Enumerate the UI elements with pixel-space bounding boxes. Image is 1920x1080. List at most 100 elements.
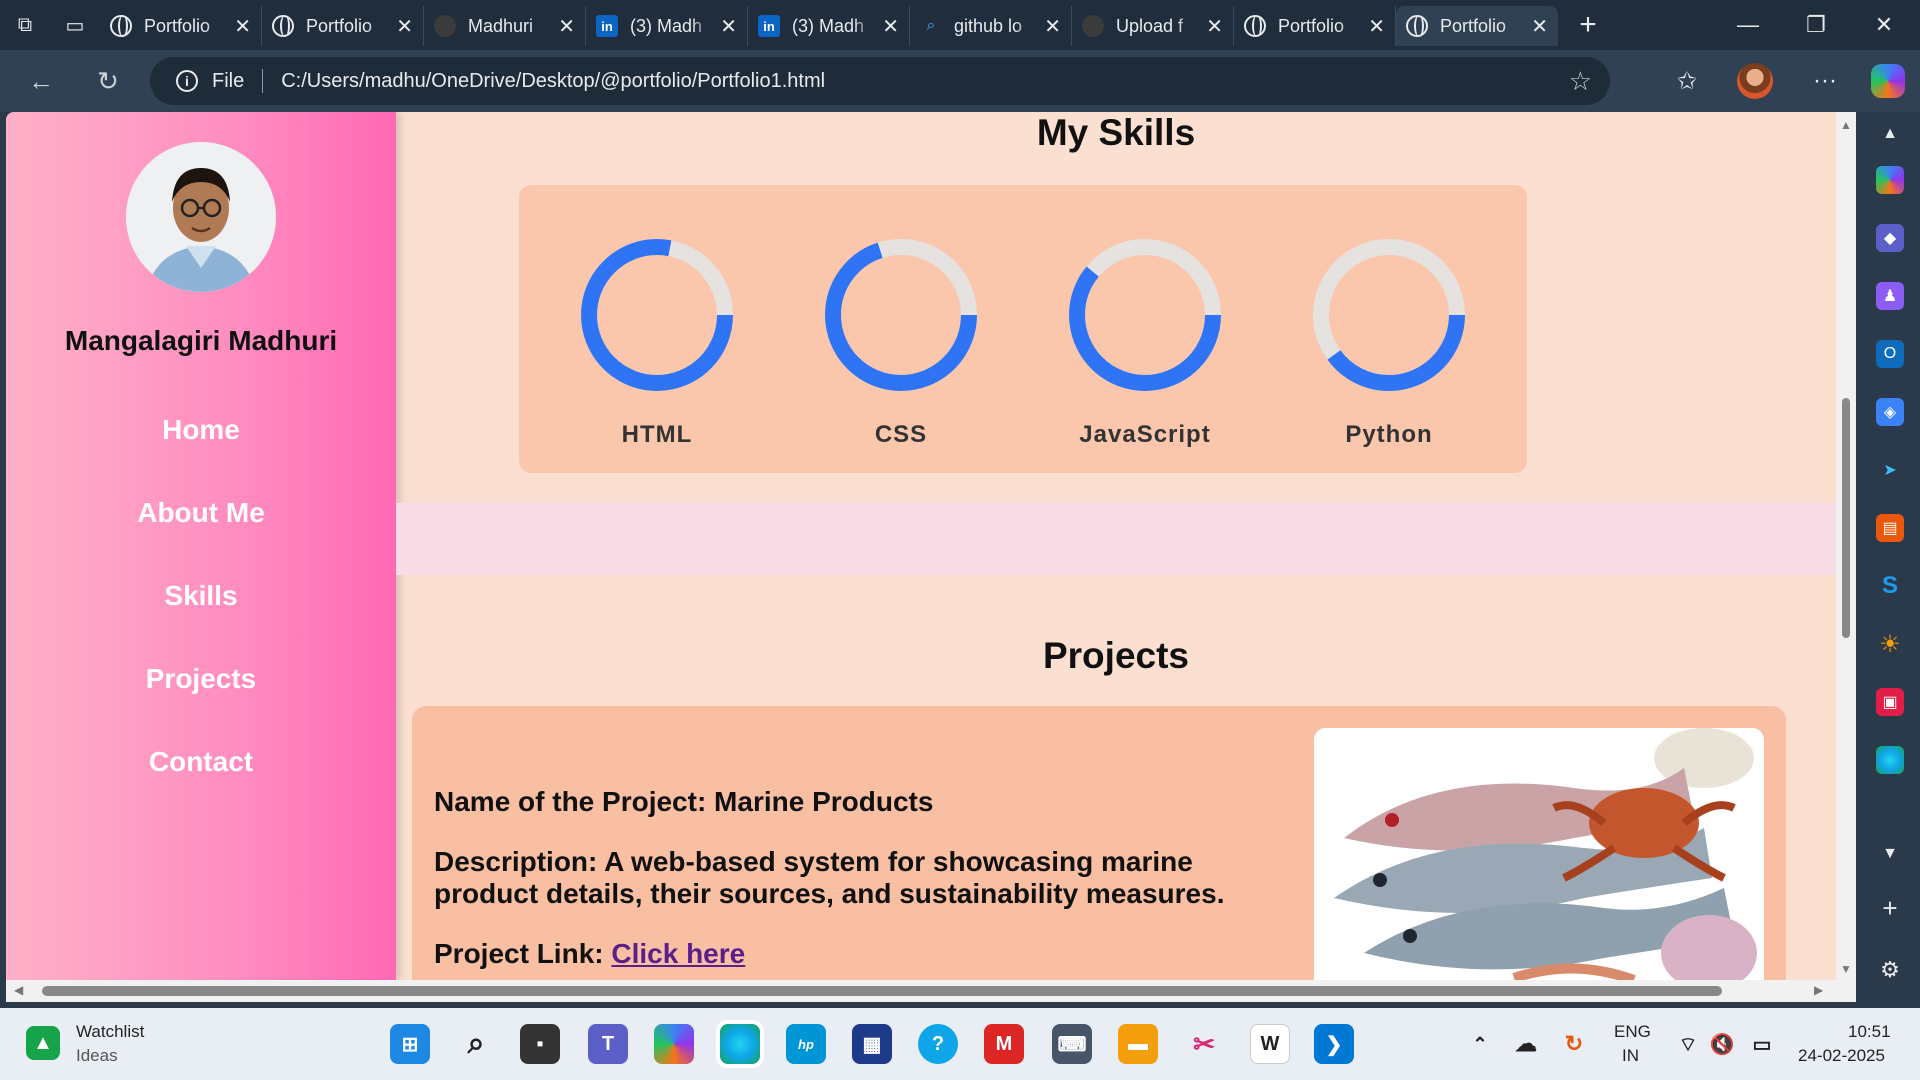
new-tab-button[interactable]: + — [1558, 0, 1618, 50]
battery-icon[interactable]: ▭ — [1742, 1024, 1782, 1064]
vertical-scroll-thumb[interactable] — [1842, 398, 1850, 638]
browser-tab[interactable]: Upload f ✕ — [1072, 6, 1234, 46]
skill-progress-ring — [1313, 239, 1465, 391]
vscode-icon[interactable]: ❯ — [1314, 1024, 1354, 1064]
site-info-icon[interactable]: i — [176, 70, 198, 92]
restore-button[interactable]: ❐ — [1782, 0, 1850, 50]
gift-icon[interactable]: ▣ — [1876, 688, 1904, 716]
browser-tab[interactable]: Portfolio ✕ — [1396, 6, 1558, 46]
mcafee-icon[interactable]: M — [984, 1024, 1024, 1064]
tools-briefcase-icon[interactable]: ▤ — [1876, 514, 1904, 542]
tab-title: Upload f — [1116, 15, 1184, 36]
file-explorer-icon[interactable]: ▬ — [1118, 1024, 1158, 1064]
workspaces-icon[interactable]: ⧉ — [0, 0, 50, 50]
copilot-taskbar-icon[interactable] — [654, 1024, 694, 1064]
search-icon: ⌕ — [926, 17, 936, 34]
copilot-button[interactable] — [1860, 50, 1916, 112]
copilot-icon[interactable] — [1876, 166, 1904, 194]
store-icon[interactable]: ▦ — [852, 1024, 892, 1064]
browser-tab[interactable]: Madhuri ✕ — [424, 6, 586, 46]
horizontal-scrollbar[interactable]: ◀ ▶ — [6, 980, 1856, 1002]
widget-title[interactable]: Watchlist — [76, 1022, 144, 1042]
shopping-tag-icon[interactable]: ◈ — [1876, 398, 1904, 426]
word-icon[interactable]: W — [1250, 1024, 1290, 1064]
outlook-icon[interactable]: O — [1876, 340, 1904, 368]
collapse-up-icon[interactable]: ▲ — [1876, 120, 1904, 148]
close-tab-icon[interactable]: ✕ — [396, 14, 413, 39]
send-icon[interactable]: ➤ — [1876, 456, 1904, 484]
sync-icon[interactable]: ↻ — [1554, 1024, 1594, 1064]
nav-about-me[interactable]: About Me — [6, 497, 396, 529]
close-window-button[interactable]: ✕ — [1850, 0, 1918, 50]
speaker-muted-icon[interactable]: 🔇 — [1702, 1024, 1742, 1064]
refresh-button[interactable]: ↻ — [83, 56, 133, 106]
scroll-down-arrow-icon[interactable]: ▼ — [1840, 962, 1852, 976]
weather-sun-icon[interactable]: ☀ — [1876, 630, 1904, 658]
show-hidden-icons-chevron-icon[interactable]: ⌃ — [1460, 1024, 1500, 1064]
browser-tab[interactable]: ⌕ github lo ✕ — [910, 6, 1072, 46]
favorites-icon[interactable]: ✩ — [1659, 50, 1715, 112]
help-icon[interactable]: ? — [918, 1024, 958, 1064]
add-app-icon[interactable]: + — [1876, 893, 1904, 923]
nav-projects[interactable]: Projects — [6, 663, 396, 695]
navigation-bar: ← ↻ i File C:/Users/madhu/OneDrive/Deskt… — [0, 50, 1920, 112]
horizontal-scroll-thumb[interactable] — [42, 986, 1722, 996]
search-icon[interactable]: ⌕ — [456, 1024, 496, 1064]
close-tab-icon[interactable]: ✕ — [1044, 14, 1061, 39]
tab-title: (3) Madh — [792, 15, 865, 36]
scroll-right-arrow-icon[interactable]: ▶ — [1814, 983, 1823, 997]
clock-date[interactable]: 24-02-2025 — [1798, 1046, 1885, 1066]
keyboard-app-icon[interactable]: ⌨ — [1052, 1024, 1092, 1064]
close-tab-icon[interactable]: ✕ — [1531, 14, 1548, 39]
browser-tab[interactable]: in (3) Madh ✕ — [748, 6, 910, 46]
nav-skills[interactable]: Skills — [6, 580, 396, 612]
project-link[interactable]: Click here — [611, 938, 745, 969]
browser-tab[interactable]: Portfolio ✕ — [1234, 6, 1396, 46]
onedrive-cloud-icon[interactable]: ☁ — [1506, 1024, 1546, 1064]
project-name: Name of the Project: Marine Products — [434, 786, 934, 817]
browser-tab[interactable]: in (3) Madh ✕ — [586, 6, 748, 46]
address-bar[interactable]: i File C:/Users/madhu/OneDrive/Desktop/@… — [150, 57, 1610, 105]
vertical-scrollbar[interactable]: ▲ ▼ — [1836, 112, 1856, 980]
divider — [262, 69, 264, 93]
close-tab-icon[interactable]: ✕ — [234, 14, 251, 39]
browser-tab[interactable]: Portfolio ✕ — [100, 6, 262, 46]
url-text[interactable]: C:/Users/madhu/OneDrive/Desktop/@portfol… — [281, 70, 825, 93]
more-menu-icon[interactable]: ··· — [1797, 50, 1853, 112]
profile-button[interactable] — [1727, 50, 1783, 112]
close-tab-icon[interactable]: ✕ — [720, 14, 737, 39]
snipping-tool-icon[interactable]: ✂ — [1184, 1024, 1224, 1064]
favorite-star-icon[interactable]: ☆ — [1569, 66, 1592, 97]
close-tab-icon[interactable]: ✕ — [1206, 14, 1223, 39]
nav-home[interactable]: Home — [6, 414, 396, 446]
collapse-down-icon[interactable]: ▼ — [1876, 840, 1904, 868]
edge-sidebar: ▲ ◆ ♟ O ◈ ➤ ▤ S ☀ ▣ ▼ + ⚙ — [1860, 112, 1920, 1000]
browser-tab[interactable]: Portfolio ✕ — [262, 6, 424, 46]
close-tab-icon[interactable]: ✕ — [558, 14, 575, 39]
tab-title: (3) Madh — [630, 15, 703, 36]
teams-icon[interactable]: ◆ — [1876, 224, 1904, 252]
task-view-icon[interactable]: ▪ — [520, 1024, 560, 1064]
minimize-button[interactable]: — — [1714, 0, 1782, 50]
tab-actions-icon[interactable]: ▭ — [50, 0, 100, 50]
watchlist-widget-icon[interactable]: ▲ — [26, 1026, 60, 1060]
close-tab-icon[interactable]: ✕ — [1368, 14, 1385, 39]
edge-taskbar-icon[interactable] — [720, 1024, 760, 1064]
language-bottom: IN — [1622, 1046, 1639, 1065]
games-icon[interactable]: ♟ — [1876, 282, 1904, 310]
myhp-icon[interactable]: hp — [786, 1024, 826, 1064]
close-tab-icon[interactable]: ✕ — [882, 14, 899, 39]
scroll-left-arrow-icon[interactable]: ◀ — [14, 983, 23, 997]
linkedin-icon: in — [596, 15, 618, 37]
tab-list: Portfolio ✕ Portfolio ✕ Madhuri ✕ in (3) Madh ✕ i… — [100, 4, 1558, 46]
back-button[interactable]: ← — [16, 56, 66, 106]
scroll-up-arrow-icon[interactable]: ▲ — [1840, 118, 1852, 132]
clock-time[interactable]: 10:51 — [1848, 1022, 1891, 1042]
nav-contact[interactable]: Contact — [6, 746, 396, 778]
start-button-icon[interactable]: ⊞ — [390, 1024, 430, 1064]
skype-icon[interactable]: S — [1876, 572, 1904, 600]
settings-gear-icon[interactable]: ⚙ — [1876, 956, 1904, 984]
teams-taskbar-icon[interactable]: T — [588, 1024, 628, 1064]
language-top[interactable]: ENG — [1614, 1022, 1651, 1042]
edge-browser-icon[interactable] — [1876, 746, 1904, 774]
